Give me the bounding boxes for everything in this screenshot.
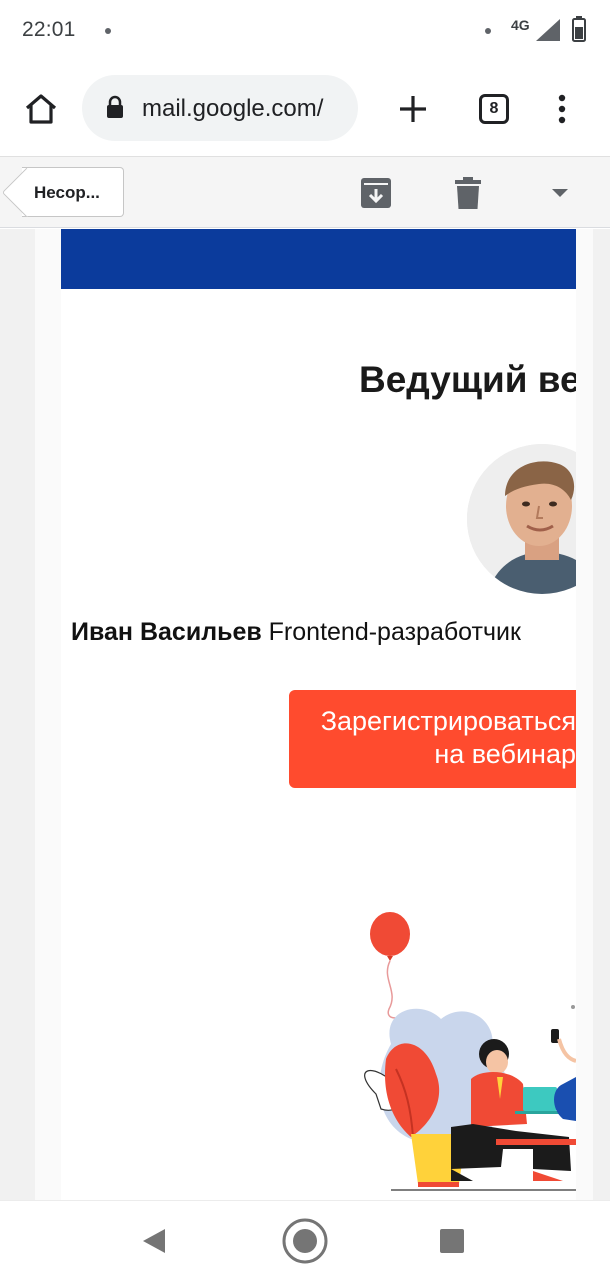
recents-icon — [440, 1229, 464, 1253]
new-tab-icon — [400, 96, 426, 122]
home-icon — [282, 1218, 328, 1264]
nav-recents-button[interactable] — [430, 1219, 474, 1263]
delete-button[interactable] — [448, 173, 488, 213]
address-bar[interactable]: mail.google.com/ — [82, 75, 358, 141]
register-button-line2: на вебинар — [434, 739, 576, 769]
home-button[interactable] — [18, 88, 64, 130]
archive-icon — [361, 178, 391, 208]
email-body: Ведущий вебинара Иван Васильев Frontend-… — [61, 229, 576, 1200]
nav-back-button[interactable] — [132, 1219, 176, 1263]
tabs-icon: 8 — [479, 94, 509, 124]
tabs-button[interactable]: 8 — [476, 91, 512, 127]
archive-button[interactable] — [356, 173, 396, 213]
status-time: 22:01 — [22, 18, 76, 41]
overflow-menu-button[interactable] — [550, 88, 574, 130]
register-button[interactable]: Зарегистрироваться на вебинар — [289, 690, 576, 788]
url-text: mail.google.com/ — [142, 95, 324, 122]
speaker-name: Иван Васильев — [71, 618, 262, 646]
speaker-role: Frontend-разработчик — [261, 618, 521, 646]
register-button-line1: Зарегистрироваться — [320, 706, 576, 736]
notification-dot-icon — [485, 28, 491, 34]
speaker-photo — [467, 444, 576, 594]
lock-icon — [107, 95, 123, 118]
dropdown-icon — [552, 189, 568, 197]
email-header-banner — [61, 229, 576, 289]
webinar-host-heading: Ведущий вебинара — [359, 359, 576, 400]
back-to-folder-label: Несор... — [34, 183, 100, 202]
status-bar: 22:01 4G — [0, 0, 610, 62]
new-tab-button[interactable] — [392, 88, 434, 130]
system-navigation-bar — [0, 1200, 610, 1280]
network-type: 4G — [511, 17, 530, 33]
delete-icon — [455, 177, 481, 209]
webinar-illustration — [364, 912, 576, 1191]
notification-dot-icon — [105, 28, 111, 34]
back-to-folder-button[interactable]: Несор... — [22, 167, 124, 217]
speaker-avatar — [467, 444, 576, 594]
home-icon — [25, 94, 57, 124]
email-viewport[interactable]: Ведущий вебинара Иван Васильев Frontend-… — [0, 229, 610, 1200]
speaker-line: Иван Васильев Frontend-разработчик — [71, 618, 521, 647]
mail-toolbar: Несор... — [0, 156, 610, 228]
back-icon — [143, 1229, 165, 1253]
nav-home-button[interactable] — [279, 1215, 331, 1267]
more-actions-button[interactable] — [540, 173, 580, 213]
browser-toolbar: mail.google.com/ 8 — [0, 62, 610, 156]
battery-icon — [572, 16, 586, 42]
signal-icon — [536, 19, 560, 41]
overflow-menu-icon — [558, 94, 566, 124]
